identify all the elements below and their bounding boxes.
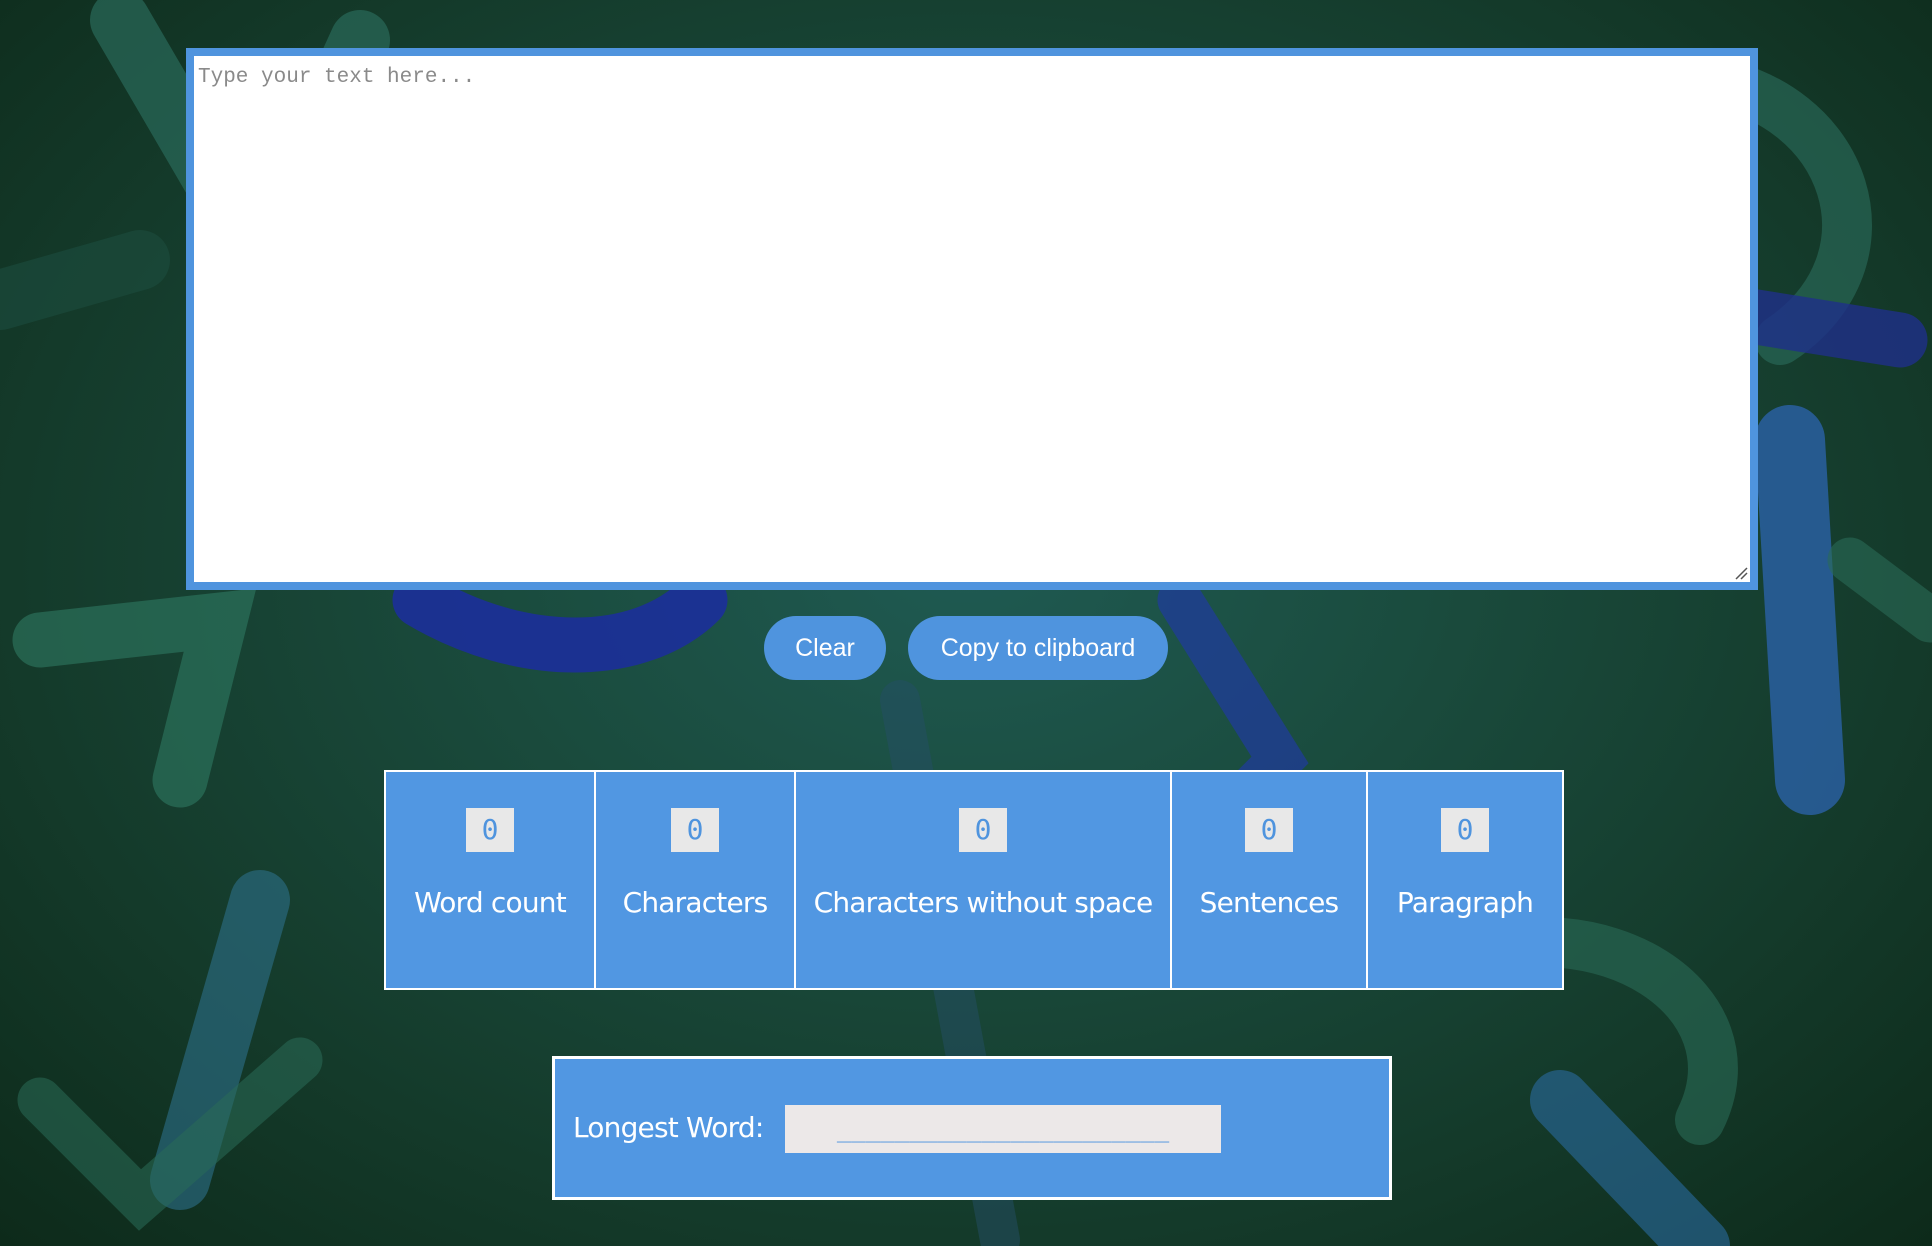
text-input[interactable] — [194, 56, 1750, 582]
stat-label: Characters — [622, 886, 769, 919]
stat-value: 0 — [671, 808, 719, 852]
clear-button[interactable]: Clear — [764, 616, 886, 680]
longest-word-label: Longest Word: — [573, 1111, 764, 1144]
stat-value: 0 — [1441, 808, 1489, 852]
stat-value: 0 — [466, 808, 514, 852]
stat-label: Characters without space — [813, 886, 1154, 919]
stat-word-count: 0 Word count — [384, 770, 596, 990]
stat-paragraph: 0 Paragraph — [1366, 770, 1564, 990]
stat-label: Paragraph — [1396, 886, 1534, 919]
action-buttons: Clear Copy to clipboard — [0, 616, 1932, 680]
stat-value: 0 — [1245, 808, 1293, 852]
longest-word-value: _______________________ — [785, 1105, 1221, 1153]
longest-word-panel: Longest Word: _______________________ — [552, 1056, 1392, 1200]
stat-label: Sentences — [1199, 886, 1340, 919]
stat-characters-without-space: 0 Characters without space — [794, 770, 1172, 990]
copy-to-clipboard-button[interactable]: Copy to clipboard — [908, 616, 1168, 680]
resize-handle-icon[interactable] — [1732, 564, 1748, 580]
stat-value: 0 — [959, 808, 1007, 852]
statistics-panel: 0 Word count 0 Characters 0 Characters w… — [384, 770, 1564, 990]
text-editor-frame — [186, 48, 1758, 590]
stat-characters: 0 Characters — [594, 770, 796, 990]
stat-sentences: 0 Sentences — [1170, 770, 1368, 990]
stat-label: Word count — [414, 886, 567, 919]
